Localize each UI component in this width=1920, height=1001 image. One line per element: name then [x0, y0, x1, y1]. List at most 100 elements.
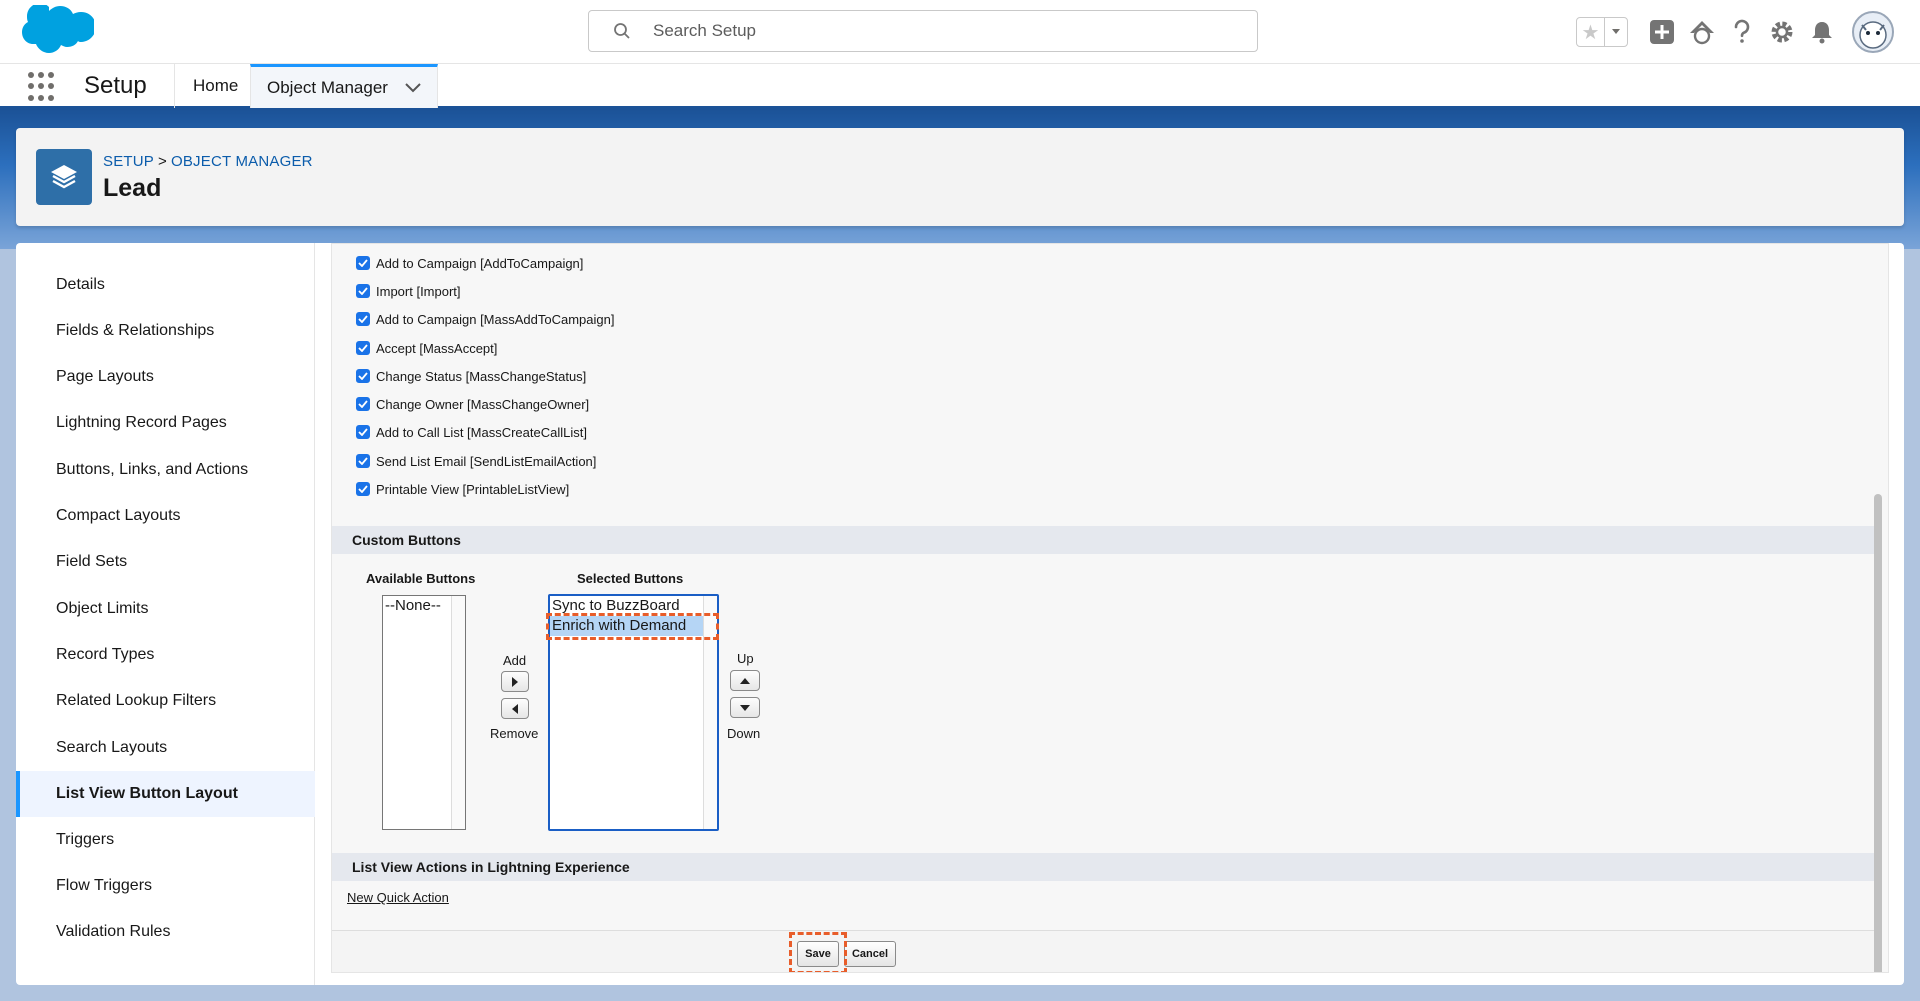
sidebar-item-triggers[interactable]: Triggers [16, 817, 315, 863]
move-up-button[interactable] [730, 670, 760, 691]
favorites-dropdown-icon[interactable] [1605, 18, 1627, 46]
sidebar-item-label: Fields & Relationships [56, 322, 215, 339]
favorites-group: ★ [1576, 17, 1628, 47]
sidebar-item-label: Details [56, 276, 105, 293]
sidebar-item-page-layouts[interactable]: Page Layouts [16, 354, 315, 400]
standard-button-label: Change Owner [MassChangeOwner] [376, 396, 590, 412]
sidebar-item-details[interactable]: Details [16, 262, 315, 308]
chevron-down-icon[interactable] [405, 82, 421, 93]
sidebar-item-label: Lightning Record Pages [56, 414, 227, 431]
down-label: Down [727, 726, 761, 741]
checkbox-checked-icon[interactable] [356, 454, 370, 468]
header-utility-icons: ★ [1576, 11, 1894, 53]
help-icon[interactable] [1722, 12, 1762, 52]
global-create-icon[interactable] [1642, 12, 1682, 52]
standard-button-row[interactable]: Change Owner [MassChangeOwner] [356, 395, 589, 413]
tab-object-manager[interactable]: Object Manager [250, 64, 438, 108]
search-icon [614, 23, 630, 39]
salesforce-logo[interactable] [18, 5, 94, 57]
standard-button-label: Printable View [PrintableListView] [376, 481, 570, 497]
object-layers-icon [36, 149, 92, 205]
sidebar-item-label: Related Lookup Filters [56, 692, 217, 709]
notifications-bell-icon[interactable] [1802, 12, 1842, 52]
standard-button-row[interactable]: Add to Campaign [MassAddToCampaign] [356, 310, 614, 328]
up-label: Up [737, 651, 754, 666]
standard-button-label: Add to Campaign [MassAddToCampaign] [376, 311, 615, 327]
setup-gear-icon[interactable] [1762, 12, 1802, 52]
listbox-scrollbar[interactable] [451, 596, 465, 829]
arrow-left-icon [512, 703, 518, 714]
tab-home-label: Home [193, 76, 239, 95]
standard-button-row[interactable]: Add to Campaign [AddToCampaign] [356, 254, 583, 272]
search-input[interactable] [653, 19, 1233, 43]
new-quick-action-link[interactable]: New Quick Action [347, 890, 449, 905]
app-launcher-icon[interactable] [28, 72, 58, 102]
checkbox-checked-icon[interactable] [356, 312, 370, 326]
breadcrumb-setup[interactable]: SETUP [103, 153, 154, 170]
custom-buttons-section-header: Custom Buttons [332, 526, 1874, 554]
object-sidebar: Details Fields & Relationships Page Layo… [16, 243, 315, 985]
checkbox-checked-icon[interactable] [356, 256, 370, 270]
move-down-button[interactable] [730, 697, 760, 718]
cancel-button[interactable]: Cancel [844, 941, 896, 967]
highlight-annotation-save [789, 932, 847, 972]
sidebar-item-buttons-links-actions[interactable]: Buttons, Links, and Actions [16, 447, 315, 493]
user-avatar[interactable] [1852, 11, 1894, 53]
standard-button-row[interactable]: Accept [MassAccept] [356, 339, 497, 357]
arrow-up-icon [740, 677, 750, 684]
checkbox-checked-icon[interactable] [356, 369, 370, 383]
available-buttons-label: Available Buttons [366, 571, 476, 586]
sidebar-item-label: Object Limits [56, 600, 149, 617]
sidebar-item-field-sets[interactable]: Field Sets [16, 539, 315, 585]
sidebar-item-search-layouts[interactable]: Search Layouts [16, 725, 315, 771]
sidebar-item-record-types[interactable]: Record Types [16, 632, 315, 678]
remove-label: Remove [490, 726, 539, 741]
standard-button-label: Accept [MassAccept] [376, 340, 498, 356]
standard-button-row[interactable]: Printable View [PrintableListView] [356, 480, 569, 498]
app-nav-bar: Setup Home Object Manager [0, 64, 1920, 109]
checkbox-checked-icon[interactable] [356, 482, 370, 496]
global-header: ★ [0, 0, 1920, 64]
sidebar-item-list-view-button-layout[interactable]: List View Button Layout [16, 771, 315, 817]
standard-button-row[interactable]: Send List Email [SendListEmailAction] [356, 452, 596, 470]
trailhead-icon[interactable] [1682, 12, 1722, 52]
selected-buttons-label: Selected Buttons [577, 571, 684, 586]
sidebar-item-fields-relationships[interactable]: Fields & Relationships [16, 308, 315, 354]
sidebar-item-lightning-record-pages[interactable]: Lightning Record Pages [16, 400, 315, 446]
sidebar-item-validation-rules[interactable]: Validation Rules [16, 909, 315, 955]
app-name: Setup [84, 72, 147, 99]
sidebar-item-label: Page Layouts [56, 368, 154, 385]
standard-button-label: Import [Import] [376, 283, 461, 299]
available-buttons-listbox[interactable]: --None-- [382, 595, 466, 830]
favorite-star-icon[interactable]: ★ [1577, 18, 1605, 46]
sidebar-item-object-limits[interactable]: Object Limits [16, 586, 315, 632]
checkbox-checked-icon[interactable] [356, 425, 370, 439]
sidebar-item-label: Validation Rules [56, 923, 171, 940]
search-setup-box[interactable] [588, 10, 1258, 52]
standard-button-row[interactable]: Change Status [MassChangeStatus] [356, 367, 586, 385]
sidebar-item-label: Flow Triggers [56, 877, 153, 894]
tab-home[interactable]: Home [174, 64, 250, 108]
checkbox-checked-icon[interactable] [356, 397, 370, 411]
checkbox-checked-icon[interactable] [356, 341, 370, 355]
sidebar-item-label: List View Button Layout [56, 785, 238, 802]
sidebar-item-related-lookup-filters[interactable]: Related Lookup Filters [16, 678, 315, 724]
sidebar-item-label: Compact Layouts [56, 507, 181, 524]
breadcrumb-separator: > [158, 153, 167, 170]
add-label: Add [503, 653, 527, 668]
breadcrumb-object-manager[interactable]: OBJECT MANAGER [171, 153, 313, 170]
standard-button-label: Change Status [MassChangeStatus] [376, 368, 587, 384]
tab-object-manager-label: Object Manager [267, 77, 388, 97]
main-card: Details Fields & Relationships Page Layo… [16, 243, 1904, 985]
standard-button-row[interactable]: Add to Call List [MassCreateCallList] [356, 423, 587, 441]
sidebar-item-label: Buttons, Links, and Actions [56, 461, 249, 478]
standard-button-row[interactable]: Import [Import] [356, 282, 461, 300]
checkbox-checked-icon[interactable] [356, 284, 370, 298]
standard-button-label: Send List Email [SendListEmailAction] [376, 453, 597, 469]
add-arrow-button[interactable] [501, 671, 529, 692]
remove-arrow-button[interactable] [501, 698, 529, 719]
layout-editor-content: Add to Campaign [AddToCampaign] Import [… [331, 243, 1889, 973]
sidebar-item-flow-triggers[interactable]: Flow Triggers [16, 863, 315, 909]
content-scrollbar[interactable] [1874, 494, 1882, 972]
sidebar-item-compact-layouts[interactable]: Compact Layouts [16, 493, 315, 539]
